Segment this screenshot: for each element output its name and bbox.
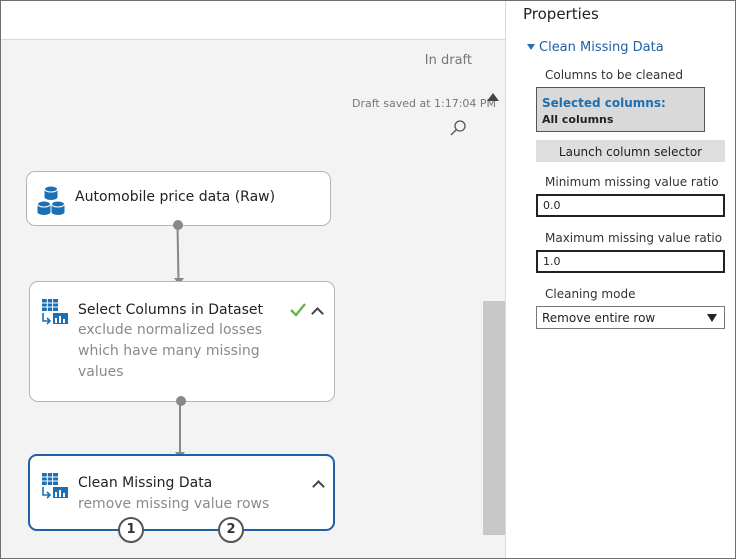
properties-panel: Properties Clean Missing Data Columns to… (506, 1, 735, 558)
module-title: Clean Missing Data (78, 475, 213, 491)
status-check-icon (290, 303, 306, 317)
connector-line (176, 227, 180, 279)
module-automobile-price-data[interactable]: Automobile price data (Raw) (26, 171, 331, 226)
properties-title: Properties (523, 5, 599, 23)
max-ratio-label: Maximum missing value ratio (545, 231, 723, 245)
module-clean-missing-data[interactable]: Clean Missing Data remove missing value … (28, 454, 335, 531)
cleaning-mode-value: Remove entire row (542, 311, 656, 325)
output-port-2[interactable]: 2 (218, 517, 244, 543)
module-description: remove missing value rows (78, 496, 270, 512)
min-ratio-input[interactable] (536, 194, 725, 217)
columns-label: Columns to be cleaned (545, 68, 683, 82)
cleaning-mode-label: Cleaning mode (545, 287, 636, 301)
dataset-icon (37, 185, 65, 215)
output-port[interactable] (176, 396, 186, 406)
module-title: Automobile price data (Raw) (75, 189, 276, 205)
canvas-toolbar (1, 1, 506, 40)
zoom-icon[interactable] (449, 119, 467, 137)
selected-columns-box: Selected columns: All columns (536, 87, 705, 132)
collapse-up-icon[interactable] (487, 93, 499, 101)
selected-columns-value: All columns (542, 113, 614, 126)
connector-line (179, 404, 181, 454)
section-title[interactable]: Clean Missing Data (539, 40, 664, 55)
selected-columns-label: Selected columns: (542, 96, 666, 110)
min-ratio-label: Minimum missing value ratio (545, 175, 719, 189)
dropdown-arrow-icon (707, 314, 717, 322)
draft-saved-time: Draft saved at 1:17:04 PM (352, 97, 497, 110)
select-columns-icon (42, 299, 68, 325)
canvas-scrollbar[interactable] (483, 301, 505, 535)
section-expand-icon[interactable] (527, 44, 535, 50)
output-port-1[interactable]: 1 (118, 517, 144, 543)
module-description: exclude normalized losses which have man… (78, 322, 263, 380)
collapse-chevron-icon[interactable] (311, 307, 324, 320)
cleaning-mode-select[interactable]: Remove entire row (536, 306, 725, 329)
launch-column-selector-button[interactable]: Launch column selector (536, 140, 725, 162)
clean-data-icon (42, 473, 68, 499)
collapse-chevron-icon[interactable] (312, 480, 325, 493)
app-window: In draft Draft saved at 1:17:04 PM Autom… (0, 0, 736, 559)
draft-status: In draft (424, 53, 472, 68)
module-select-columns[interactable]: Select Columns in Dataset exclude normal… (29, 281, 335, 402)
experiment-canvas[interactable]: In draft Draft saved at 1:17:04 PM Autom… (1, 1, 506, 558)
max-ratio-input[interactable] (536, 250, 725, 273)
module-title: Select Columns in Dataset (78, 302, 264, 318)
